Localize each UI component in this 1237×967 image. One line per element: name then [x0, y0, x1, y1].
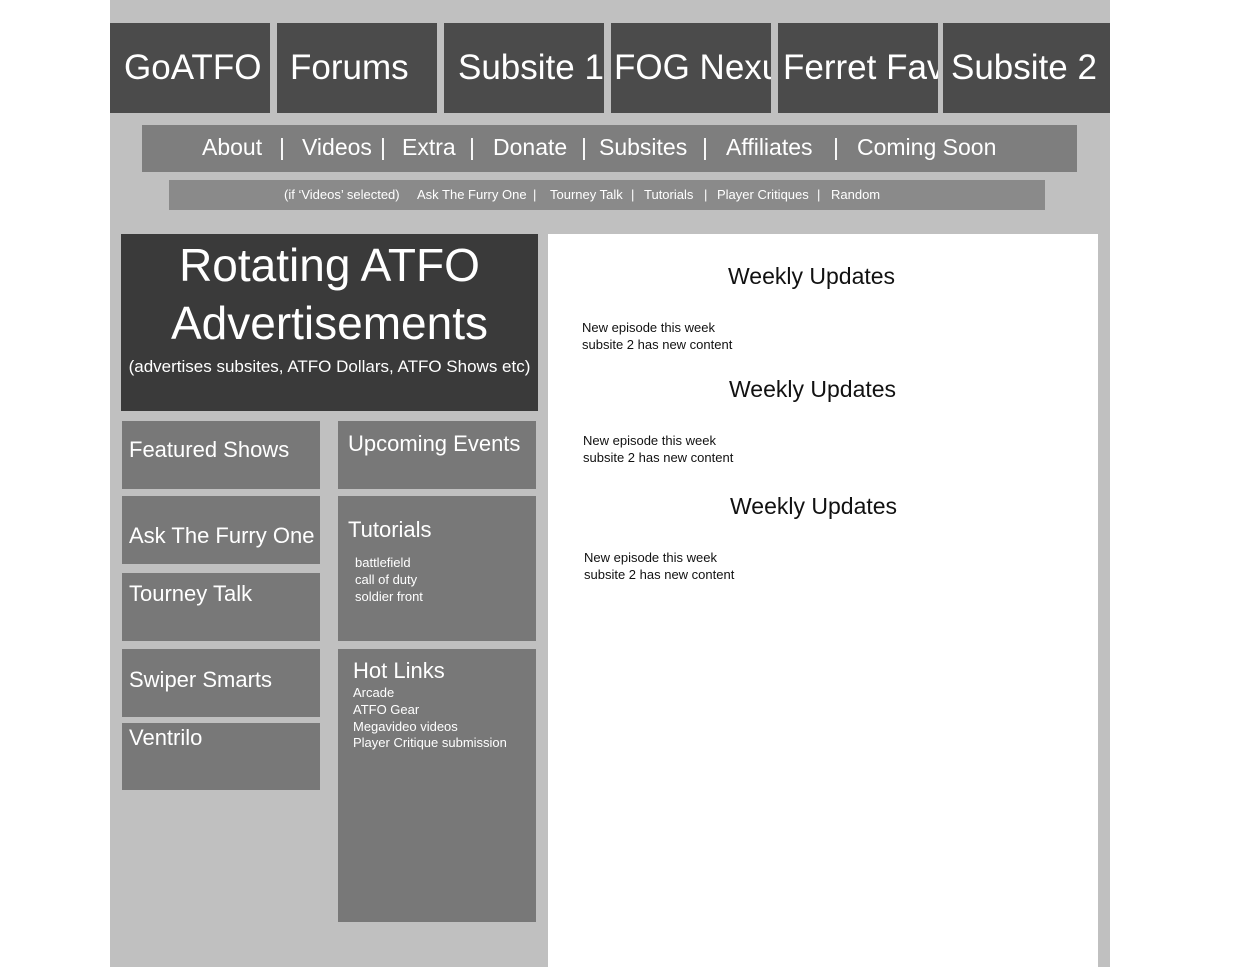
ask-the-furry-one-title: Ask The Furry One	[129, 523, 315, 548]
hot-links-box: Hot Links Arcade ATFO Gear Megavideo vid…	[338, 649, 536, 922]
ad-title-line-2: Advertisements	[170, 297, 488, 349]
nav-separator: |	[279, 134, 285, 160]
nav-coming-soon[interactable]: Coming Soon	[857, 125, 996, 170]
nav-donate[interactable]: Donate	[493, 125, 567, 170]
sub-nav-player-critiques[interactable]: Player Critiques	[717, 180, 809, 209]
sub-nav-separator: |	[817, 187, 821, 202]
tab-subsite-2[interactable]: Subsite 2	[943, 23, 1110, 113]
update-item: New episode this week	[582, 320, 715, 335]
ad-subtitle: (advertises subsites, ATFO Dollars, ATFO…	[128, 357, 531, 376]
tutorials-title[interactable]: Tutorials	[348, 517, 432, 543]
tourney-talk-box[interactable]: Tourney Talk	[122, 573, 320, 641]
ventrilo-title: Ventrilo	[129, 725, 203, 750]
ventrilo-box[interactable]: Ventrilo	[122, 723, 320, 790]
sub-nav-separator: |	[533, 187, 537, 202]
nav-videos[interactable]: Videos	[302, 125, 372, 170]
hot-links-link[interactable]: Player Critique submission	[353, 734, 507, 751]
sub-nav-separator: |	[704, 187, 708, 202]
weekly-updates-title: Weekly Updates	[728, 263, 896, 289]
rotating-ad-banner[interactable]: Rotating ATFO Advertisements (advertises…	[121, 234, 538, 411]
nav-separator: |	[702, 134, 708, 160]
swiper-smarts-title: Swiper Smarts	[129, 667, 273, 692]
tutorials-box: Tutorials battlefield call of duty soldi…	[338, 496, 536, 641]
sub-nav-separator: |	[631, 187, 635, 202]
weekly-updates-panel: Weekly Updates New episode this week sub…	[548, 234, 1098, 967]
featured-shows-box[interactable]: Featured Shows	[122, 421, 320, 489]
sub-nav-random[interactable]: Random	[831, 180, 880, 209]
sub-nav-ask-the-furry-one[interactable]: Ask The Furry One	[417, 180, 527, 209]
update-item: New episode this week	[584, 550, 717, 565]
nav-separator: |	[833, 134, 839, 160]
nav-about[interactable]: About	[202, 125, 262, 170]
hot-links-link[interactable]: Megavideo videos	[353, 718, 458, 735]
nav-separator: |	[469, 134, 475, 160]
main-nav: About | Videos | Extra | Donate | Subsit…	[142, 125, 1077, 172]
hot-links-title: Hot Links	[353, 658, 445, 683]
tab-forums[interactable]: Forums	[277, 23, 437, 113]
upcoming-events-box[interactable]: Upcoming Events	[338, 421, 536, 489]
update-item: subsite 2 has new content	[584, 567, 735, 582]
nav-subsites[interactable]: Subsites	[599, 125, 687, 170]
tutorials-link[interactable]: call of duty	[355, 571, 417, 588]
nav-separator: |	[581, 134, 587, 160]
update-item: New episode this week	[583, 433, 716, 448]
sub-nav: (if ‘Videos’ selected) Ask The Furry One…	[169, 180, 1045, 210]
tab-subsite-1[interactable]: Subsite 1	[444, 23, 604, 113]
sub-nav-tourney-talk[interactable]: Tourney Talk	[550, 180, 623, 209]
tutorials-link[interactable]: soldier front	[355, 588, 423, 605]
nav-affiliates[interactable]: Affiliates	[726, 125, 813, 170]
swiper-smarts-box[interactable]: Swiper Smarts	[122, 649, 320, 717]
hot-links-link[interactable]: ATFO Gear	[353, 701, 419, 718]
upcoming-events-title: Upcoming Events	[348, 431, 521, 456]
nav-separator: |	[380, 134, 386, 160]
sub-nav-tutorials[interactable]: Tutorials	[644, 180, 693, 209]
update-item: subsite 2 has new content	[582, 337, 733, 352]
update-item: subsite 2 has new content	[583, 450, 734, 465]
weekly-updates-title: Weekly Updates	[730, 493, 898, 519]
tab-goatfo[interactable]: GoATFO	[110, 23, 270, 113]
nav-extra[interactable]: Extra	[402, 125, 456, 170]
tutorials-link[interactable]: battlefield	[355, 554, 411, 571]
hot-links-link[interactable]: Arcade	[353, 684, 394, 701]
sub-nav-note: (if ‘Videos’ selected)	[284, 187, 400, 202]
tab-fog-nexus[interactable]: FOG Nexu	[611, 23, 771, 113]
ask-the-furry-one-box[interactable]: Ask The Furry One	[122, 496, 320, 564]
featured-shows-title: Featured Shows	[129, 437, 290, 462]
tab-ferret-fav[interactable]: Ferret Fav	[778, 23, 938, 113]
tourney-talk-title: Tourney Talk	[129, 581, 253, 606]
ad-title-line-1: Rotating ATFO	[179, 239, 480, 291]
weekly-updates-title: Weekly Updates	[729, 376, 897, 402]
